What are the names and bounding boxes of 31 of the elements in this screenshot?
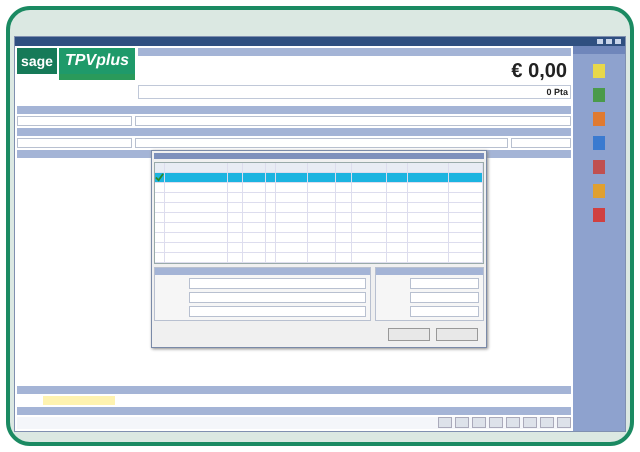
- input-field[interactable]: [189, 306, 366, 318]
- sidebar-header: [573, 46, 625, 54]
- total-amount: € 0,00: [510, 59, 568, 83]
- input-field[interactable]: [17, 138, 132, 148]
- dialog-button[interactable]: [388, 328, 430, 341]
- toolbar-icon[interactable]: [523, 417, 537, 428]
- toolbar-icon[interactable]: [455, 417, 469, 428]
- toolbar-icon[interactable]: [472, 417, 486, 428]
- input-field[interactable]: [410, 278, 479, 290]
- toolbar-icon[interactable]: [540, 417, 554, 428]
- total-pesetas: 0 Pta: [546, 87, 568, 97]
- input-field[interactable]: [189, 292, 366, 304]
- input-field[interactable]: [17, 116, 132, 126]
- input-field[interactable]: [410, 292, 479, 304]
- toolbar-icon[interactable]: [438, 417, 452, 428]
- input-field[interactable]: [410, 306, 479, 318]
- product-logo: TPVplus: [57, 48, 135, 74]
- table-row[interactable]: [155, 193, 483, 204]
- table-row[interactable]: [155, 173, 483, 184]
- input-field[interactable]: [189, 278, 366, 290]
- table-row[interactable]: [155, 203, 483, 214]
- input-field[interactable]: [135, 116, 571, 126]
- toolbar-icon[interactable]: [489, 417, 503, 428]
- table-row[interactable]: [155, 183, 483, 194]
- brand-logo: sage: [17, 48, 57, 74]
- table-row[interactable]: [155, 213, 483, 224]
- input-field[interactable]: [511, 138, 571, 148]
- search-field[interactable]: [135, 138, 508, 148]
- dialog-button[interactable]: [436, 328, 478, 341]
- toolbar-icon[interactable]: [506, 417, 520, 428]
- toolbar-icon[interactable]: [557, 417, 571, 428]
